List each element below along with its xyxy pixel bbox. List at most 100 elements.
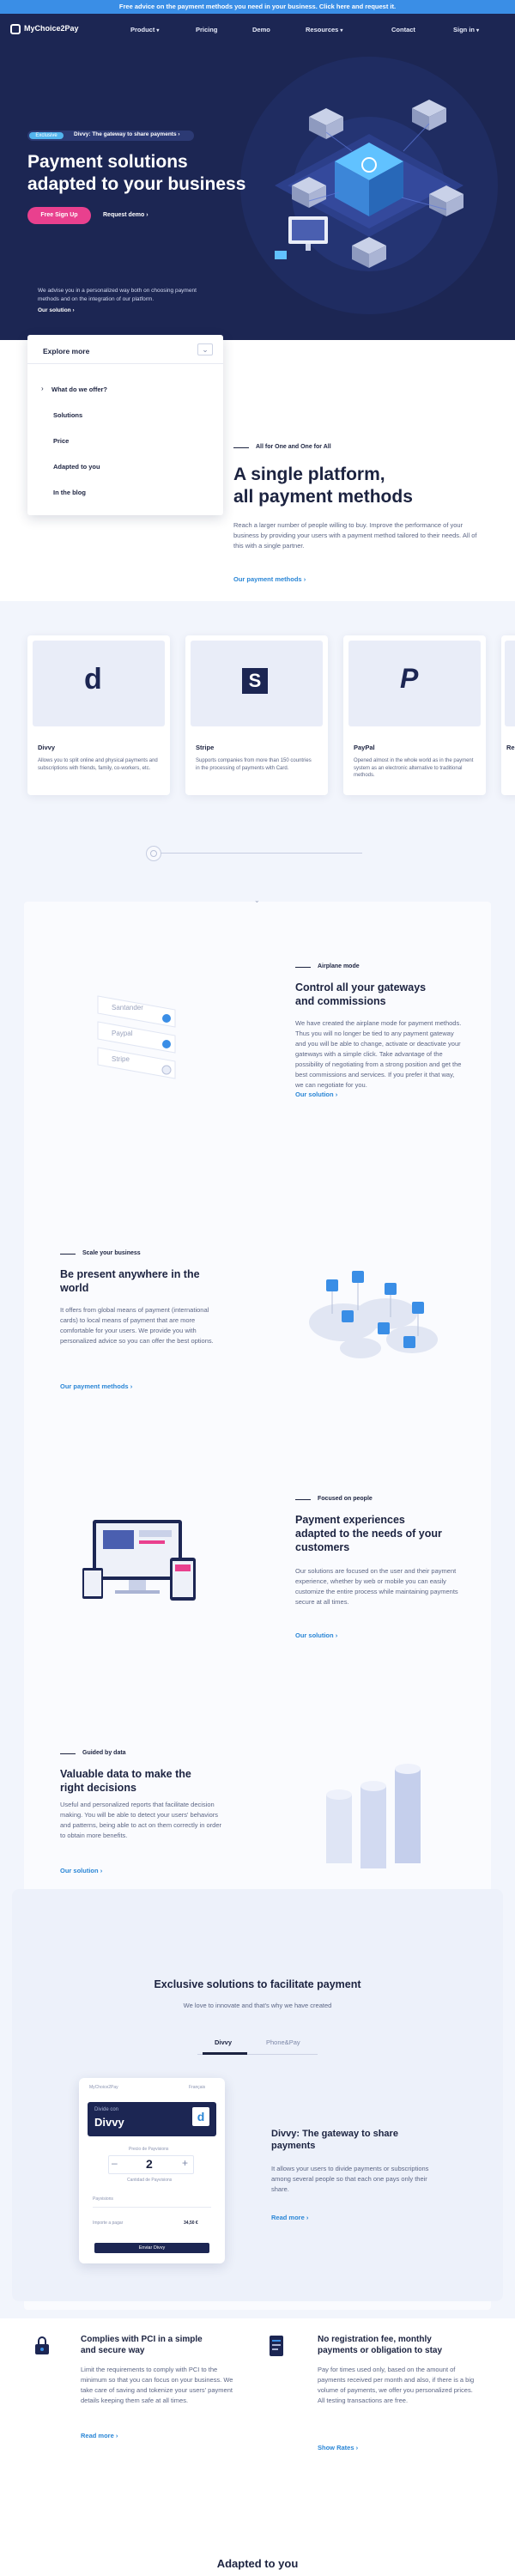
adapted-title: Adapted to you (216, 2557, 299, 2570)
mockup-amount: 34,50 € (184, 2221, 198, 2226)
explore-item-adapted[interactable]: Adapted to you (53, 463, 100, 471)
explore-title: Explore more (43, 347, 90, 355)
feature-description: It offers from global means of payment (… (60, 1306, 214, 1345)
hero-title-line1: Payment solutions (27, 152, 188, 172)
feature-title-line1: Payment experiences (295, 1514, 405, 1526)
feature-title: Control all your gateways and commission… (295, 981, 426, 1008)
chevron-right-icon: › (303, 575, 306, 583)
card-title: Divvy (38, 744, 56, 751)
feature-title: Payment experiences adapted to the needs… (295, 1513, 442, 1554)
logo-icon[interactable] (10, 24, 21, 34)
fees-title-line2: payments or obligation to stay (318, 2346, 443, 2355)
feature-link[interactable]: Our solution › (295, 1091, 337, 1098)
gateway-label: Paypal (112, 1030, 133, 1037)
mockup-language: Français (189, 2085, 206, 2090)
nav-demo[interactable]: Demo (252, 26, 270, 33)
nav-resources[interactable]: Resources ▾ (306, 26, 342, 33)
payment-methods-link[interactable]: Our payment methods › (233, 575, 306, 583)
carousel-handle-inner (150, 850, 157, 857)
platform-description: Reach a larger number of people willing … (233, 521, 477, 550)
card-title: PayPal (354, 744, 375, 751)
card-title: Re (506, 744, 515, 751)
chevron-right-icon: › (306, 2214, 309, 2221)
nav-product-label: Product (130, 26, 155, 33)
chevron-down-icon[interactable]: ⌄ (254, 896, 260, 904)
card-description: Opened almost in the whole world as in t… (354, 758, 474, 778)
chevron-right-icon: › (115, 2432, 118, 2439)
feature-tag: Guided by data (82, 1750, 126, 1756)
product-description: It allows your users to divide payments … (271, 2165, 429, 2193)
plus-icon[interactable]: + (182, 2157, 188, 2169)
feature-tag: Scale your business (82, 1250, 141, 1256)
explore-item-offer[interactable]: What do we offer? (52, 386, 107, 393)
product-title: Divvy: The gateway to share payments (271, 2128, 398, 2152)
mockup-price-label: Precio de Payvisions (129, 2147, 169, 2152)
feature-tag: Focused on people (318, 1496, 373, 1502)
feature-link-label: Our solution (60, 1867, 99, 1874)
explore-item-blog[interactable]: In the blog (53, 489, 86, 496)
pci-description: Limit the requirements to comply with PC… (81, 2366, 233, 2404)
hero-title-line2: adapted to your business (27, 174, 246, 194)
feature-tag: Airplane mode (318, 963, 360, 969)
feature-link[interactable]: Our payment methods › (60, 1382, 132, 1390)
nav-product[interactable]: Product ▾ (130, 26, 159, 33)
hero-solution-link[interactable]: Our solution › (38, 307, 75, 313)
tab-phonepay[interactable]: Phone&Pay (266, 2038, 300, 2046)
platform-title-line2: all payment methods (233, 487, 413, 507)
tab-divvy[interactable]: Divvy (215, 2038, 232, 2046)
feature-link-label: Our solution (295, 1091, 334, 1098)
show-rates-link[interactable]: Show Rates › (318, 2444, 358, 2451)
payment-methods-label: Our payment methods (233, 575, 302, 583)
logo-text[interactable]: MyChoice2Pay (24, 24, 79, 33)
nav-contact[interactable]: Contact (391, 26, 415, 33)
mockup-qty-label: Cantidad de Payvisions (127, 2178, 173, 2183)
fees-title-line1: No registration fee, monthly (318, 2335, 432, 2344)
top-banner[interactable]: Free advice on the payment methods you n… (0, 0, 515, 14)
send-divvy-button[interactable]: Enviar Divvy (94, 2243, 209, 2253)
nav-signin[interactable]: Sign in ▾ (453, 26, 479, 33)
mockup-head-title: Divvy (94, 2116, 124, 2129)
gateway-label: Stripe (112, 1055, 130, 1063)
mockup-head-small: Divide con (94, 2107, 119, 2112)
divider-line (295, 1499, 311, 1500)
platform-tag: All for One and One for All (256, 444, 331, 450)
hero-description: We advise you in a personalized way both… (38, 288, 197, 302)
pci-title-line2: and secure way (81, 2346, 145, 2355)
request-demo-link[interactable]: Request demo › (103, 212, 148, 218)
chevron-right-icon: › (72, 307, 75, 313)
feature-title: Be present anywhere in the world (60, 1267, 200, 1295)
minus-icon[interactable]: – (112, 2157, 118, 2169)
platform-title-line1: A single platform, (233, 465, 385, 484)
explore-item-price[interactable]: Price (53, 437, 69, 445)
chevron-down-icon[interactable]: ⌄ (197, 343, 213, 355)
product-title-line2: payments (271, 2141, 316, 2151)
signup-button[interactable]: Free Sign Up (27, 207, 91, 224)
chevron-right-icon: › (130, 1382, 133, 1390)
explore-item-solutions[interactable]: Solutions (53, 411, 82, 419)
pci-title-line1: Complies with PCI in a simple (81, 2335, 203, 2344)
product-title-line1: Divvy: The gateway to share (271, 2129, 398, 2139)
chevron-right-icon: › (355, 2444, 359, 2451)
signin-label: Sign in (453, 26, 475, 33)
chevron-right-icon: › (335, 1631, 338, 1639)
feature-link-label: Our solution (295, 1631, 334, 1639)
nav-resources-label: Resources (306, 26, 339, 33)
fees-description: Pay for times used only, based on the am… (318, 2366, 475, 2404)
gateway-label: Santander (112, 1004, 143, 1012)
carousel-track[interactable] (153, 853, 362, 854)
platform-title: A single platform, all payment methods (233, 464, 413, 508)
chevron-down-icon: ▾ (340, 28, 343, 33)
chevron-down-icon: ▾ (156, 28, 160, 33)
pci-link[interactable]: Read more › (81, 2432, 118, 2439)
product-link-label: Read more (271, 2214, 305, 2221)
feature-link[interactable]: Our solution › (295, 1631, 337, 1639)
hero-title: Payment solutions adapted to your busine… (27, 151, 285, 196)
chevron-down-icon: ▾ (476, 28, 480, 33)
product-link[interactable]: Read more › (271, 2214, 308, 2221)
feature-link[interactable]: Our solution › (60, 1867, 102, 1874)
feature-title: Valuable data to make the right decision… (60, 1767, 191, 1795)
document-icon (270, 2336, 283, 2356)
nav-pricing[interactable]: Pricing (196, 26, 217, 33)
pci-title: Complies with PCI in a simple and secure… (81, 2334, 203, 2356)
divvy-logo-icon: d (192, 2107, 209, 2126)
